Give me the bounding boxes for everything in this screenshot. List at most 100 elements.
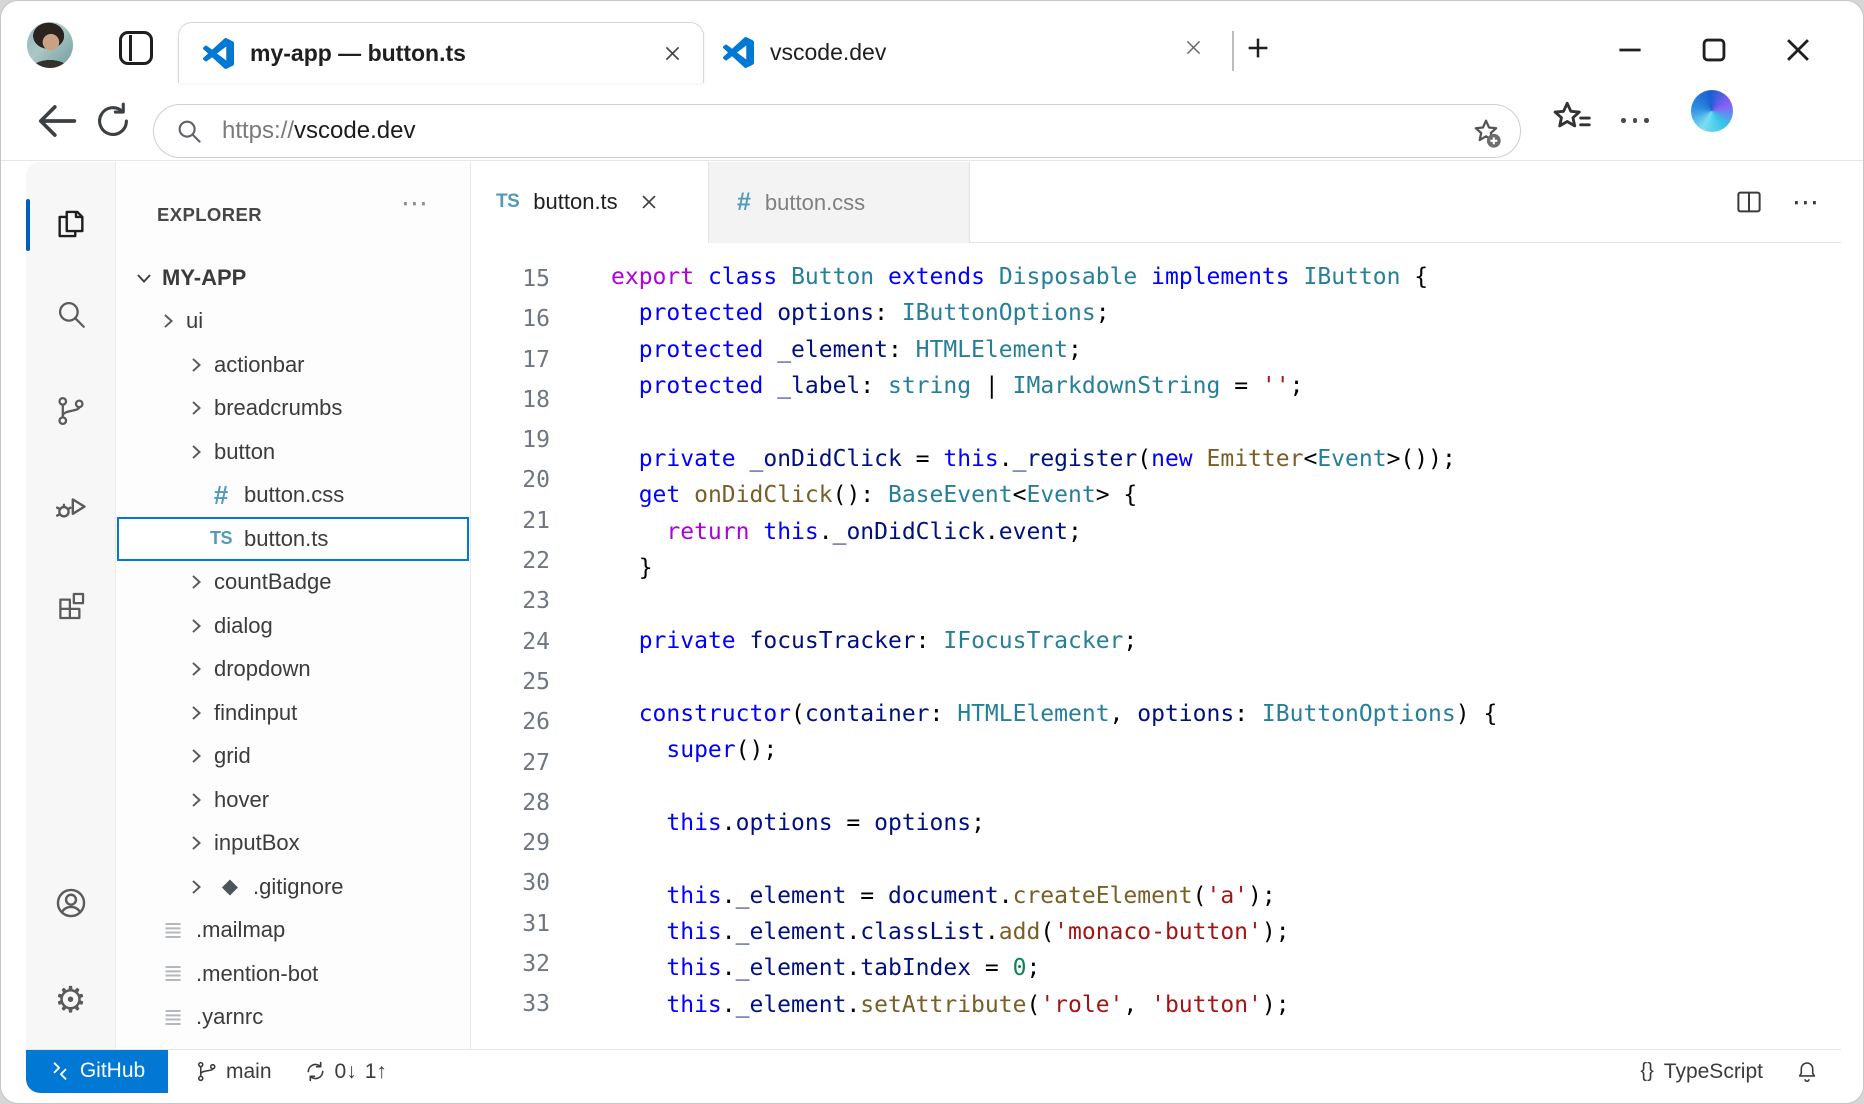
sync-up-label: 1↑ [365, 1060, 387, 1084]
tree-item-grid[interactable]: grid [117, 735, 469, 779]
tree-item-actionbar[interactable]: actionbar [117, 343, 469, 387]
refresh-button[interactable] [91, 99, 135, 143]
code-editor[interactable]: 15161718192021222324252627282930313233 e… [472, 243, 1841, 1049]
file-file-icon: ≣ [157, 1003, 189, 1032]
run-debug-icon[interactable] [53, 488, 89, 524]
tree-item-inputBox[interactable]: inputBox [117, 822, 469, 866]
line-number: 25 [472, 662, 550, 702]
tree-item-label: hover [214, 787, 269, 813]
tab-separator [1232, 31, 1234, 71]
sync-status[interactable]: 0↓ 1↑ [304, 1060, 387, 1084]
tree-item-label: countBadge [214, 569, 331, 595]
editor-tab-button-css[interactable]: # button.css [708, 162, 970, 243]
code-line: private _onDidClick = this._register(new… [611, 441, 1497, 477]
tree-item-dot-gitignore[interactable]: ◆.gitignore [117, 865, 469, 909]
vscode-logo-icon [203, 38, 234, 69]
explorer-title: EXPLORER [157, 204, 262, 226]
tree-item-label: .mailmap [196, 917, 285, 943]
css-file-icon: # [737, 188, 751, 217]
code-line: export class Button extends Disposable i… [611, 259, 1497, 295]
copilot-icon[interactable] [1691, 90, 1733, 132]
minimize-button[interactable] [1613, 33, 1647, 67]
browser-tab-title: my-app — button.ts [250, 40, 662, 67]
back-button[interactable] [31, 95, 83, 147]
source-control-icon[interactable] [54, 394, 88, 428]
editor-more-icon[interactable]: ⋯ [1792, 187, 1821, 218]
tree-item-findinput[interactable]: findinput [117, 691, 469, 735]
code-line [611, 768, 1497, 804]
editor-tab-button-ts[interactable]: TS button.ts [472, 162, 708, 243]
browser-tab-inactive[interactable]: vscode.dev [723, 22, 886, 82]
tree-item-countBadge[interactable]: countBadge [117, 561, 469, 605]
tree-item-dot-mailmap[interactable]: ≣ .mailmap [117, 909, 469, 953]
branch-status[interactable]: main [195, 1060, 272, 1084]
favorites-icon[interactable] [1549, 96, 1595, 142]
url-scheme: https:// [222, 117, 294, 144]
tree-item-dot-mention-bot[interactable]: ≣.mention-bot [117, 952, 469, 996]
tree-item-breadcrumbs[interactable]: breadcrumbs [117, 387, 469, 431]
tree-item-label: MY-APP [162, 265, 246, 291]
browser-tab-active[interactable]: my-app — button.ts [178, 22, 704, 83]
notifications-bell-icon[interactable] [1795, 1060, 1819, 1084]
editor-tab-label: button.ts [533, 189, 617, 215]
line-number: 20 [472, 460, 550, 500]
line-number: 28 [472, 783, 550, 823]
explorer-more-icon[interactable]: ⋯ [401, 188, 430, 219]
code-line: get onDidClick(): BaseEvent<Event> { [611, 477, 1497, 513]
tree-item-button.css[interactable]: #button.css [117, 474, 469, 518]
line-number: 33 [472, 984, 550, 1024]
activity-bar: ⚙ [26, 162, 116, 1049]
status-bar-right: {} TypeScript [1640, 1060, 1841, 1084]
tree-item-label: .gitignore [253, 874, 344, 900]
tree-item-label: inputBox [214, 830, 300, 856]
code-line: constructor(container: HTMLElement, opti… [611, 696, 1497, 732]
settings-gear-icon[interactable]: ⚙ [54, 983, 86, 1019]
sync-down-label: 0↓ [335, 1060, 357, 1084]
editor-tab-label: button.css [765, 190, 865, 216]
profile-avatar[interactable] [27, 22, 73, 68]
new-tab-button[interactable] [1243, 33, 1273, 63]
tree-item-label: .mention-bot [196, 961, 318, 987]
tree-item-label: grid [214, 743, 251, 769]
editor-actions: ⋯ [1734, 162, 1841, 242]
chevron-right-icon [185, 832, 207, 854]
line-number: 23 [472, 581, 550, 621]
line-number: 32 [472, 944, 550, 984]
address-bar[interactable]: https://vscode.dev [153, 104, 1521, 158]
tree-item-dropdown[interactable]: dropdown [117, 648, 469, 692]
ts-file-icon: TS [205, 528, 237, 549]
close-tab-icon[interactable] [662, 43, 683, 64]
tree-item-dot-yarnrc[interactable]: ≣.yarnrc [117, 996, 469, 1040]
file-file-icon: ≣ [157, 916, 189, 945]
search-view-icon[interactable] [54, 297, 88, 331]
code-line: this.options = options; [611, 805, 1497, 841]
tree-item-my-app[interactable]: MY-APP [117, 256, 469, 300]
close-window-button[interactable] [1781, 33, 1815, 67]
add-favorite-icon[interactable] [1468, 115, 1504, 151]
workspaces-icon[interactable] [119, 31, 153, 65]
sync-icon [304, 1060, 327, 1083]
tree-item-button[interactable]: button [117, 430, 469, 474]
tree-item-dialog[interactable]: dialog [117, 604, 469, 648]
close-editor-icon[interactable] [638, 191, 660, 213]
code-line: protected options: IButtonOptions; [611, 295, 1497, 331]
remote-indicator[interactable]: GitHub [26, 1050, 168, 1093]
more-options-icon[interactable] [1621, 118, 1649, 123]
tree-item-ui[interactable]: ui [117, 300, 469, 344]
maximize-button[interactable] [1697, 33, 1731, 67]
explorer-icon[interactable] [54, 207, 88, 241]
extensions-icon[interactable] [54, 589, 88, 623]
tree-item-button.ts[interactable]: TSbutton.ts [117, 517, 469, 561]
status-bar: GitHub main 0↓ 1↑ {} TypeScript [26, 1049, 1841, 1093]
branch-label: main [226, 1060, 272, 1084]
close-tab-icon[interactable] [1183, 37, 1204, 58]
browser-toolbar: https://vscode.dev [1, 82, 1863, 161]
file-tree: MY-APP uiactionbarbreadcrumbsbutton#butt… [117, 256, 469, 1039]
language-status[interactable]: {} TypeScript [1640, 1060, 1763, 1084]
tree-item-hover[interactable]: hover [117, 778, 469, 822]
chevron-right-icon [157, 310, 179, 332]
account-icon[interactable] [53, 885, 89, 921]
line-number: 15 [472, 259, 550, 299]
line-number: 21 [472, 501, 550, 541]
split-editor-icon[interactable] [1734, 187, 1764, 217]
